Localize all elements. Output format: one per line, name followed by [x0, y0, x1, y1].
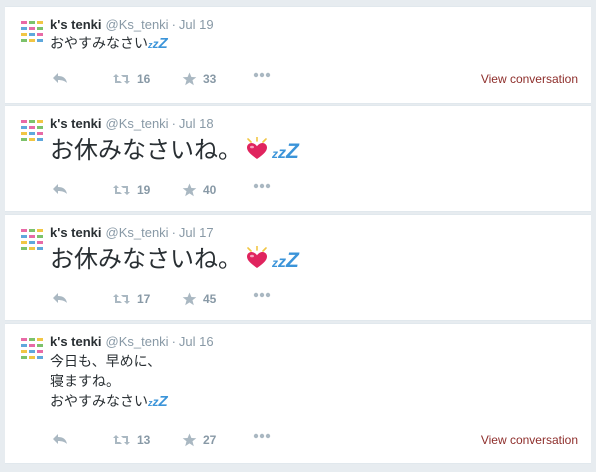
- tweet-header: k's tenki @Ks_tenki · Jul 17: [50, 225, 214, 240]
- avatar[interactable]: [20, 336, 44, 360]
- tweet-line: おやすみなさい: [50, 35, 148, 51]
- star-icon: [182, 433, 197, 447]
- reply-icon: [53, 293, 67, 303]
- timeline: k's tenki @Ks_tenki · Jul 19 おやすみなさいzzZ 16 …: [0, 0, 596, 472]
- tweet[interactable]: k's tenki @Ks_tenki · Jul 17 お休みなさいね。 zzZ 17…: [5, 214, 591, 321]
- favorite-count: 27: [203, 433, 217, 447]
- favorite-button[interactable]: 45: [182, 292, 216, 306]
- reply-icon: [53, 434, 67, 444]
- favorite-count: 45: [203, 292, 217, 306]
- reply-icon: [53, 184, 67, 194]
- fullname[interactable]: k's tenki: [50, 225, 102, 240]
- tweet[interactable]: k's tenki @Ks_tenki · Jul 19 おやすみなさいzzZ 16 …: [5, 6, 591, 104]
- avatar[interactable]: [20, 19, 44, 43]
- username[interactable]: @Ks_tenki: [106, 116, 169, 131]
- more-icon: [253, 433, 271, 439]
- separator: ·: [171, 225, 176, 240]
- username[interactable]: @Ks_tenki: [106, 225, 169, 240]
- tweet-line: 今日も、早めに、: [50, 353, 162, 369]
- more-icon: [253, 292, 271, 298]
- fullname[interactable]: k's tenki: [50, 17, 102, 32]
- retweet-count: 16: [137, 72, 151, 86]
- timestamp[interactable]: Jul 16: [179, 334, 214, 349]
- more-icon: [253, 72, 271, 78]
- retweet-icon: [113, 74, 130, 84]
- heart-emoji-icon: [244, 136, 270, 161]
- retweet-count: 17: [137, 292, 151, 306]
- zzz-emoji-icon: zzZ: [148, 35, 168, 52]
- retweet-button[interactable]: 16: [112, 72, 150, 86]
- avatar[interactable]: [20, 227, 44, 251]
- retweet-button[interactable]: 17: [112, 292, 150, 306]
- reply-button[interactable]: [52, 292, 68, 304]
- timestamp[interactable]: Jul 19: [179, 17, 214, 32]
- star-icon: [182, 72, 197, 86]
- separator: ·: [171, 116, 176, 131]
- tweet-text: 今日も、早めに、 寝ますね。 おやすみなさいzzZ: [50, 351, 168, 413]
- retweet-button[interactable]: 19: [112, 183, 150, 197]
- retweet-button[interactable]: 13: [112, 433, 150, 447]
- tweet-text: お休みなさいね。 zzZ: [50, 245, 299, 275]
- reply-button[interactable]: [52, 183, 68, 195]
- favorite-button[interactable]: 40: [182, 183, 216, 197]
- timestamp[interactable]: Jul 18: [179, 116, 214, 131]
- tweet[interactable]: k's tenki @Ks_tenki · Jul 16 今日も、早めに、 寝ますね。…: [5, 323, 591, 464]
- tweet-text: おやすみなさいzzZ: [50, 34, 168, 54]
- retweet-icon: [113, 185, 130, 195]
- star-icon: [182, 183, 197, 197]
- more-button[interactable]: [253, 72, 271, 78]
- retweet-count: 19: [137, 183, 151, 197]
- username[interactable]: @Ks_tenki: [106, 334, 169, 349]
- fullname[interactable]: k's tenki: [50, 334, 102, 349]
- more-button[interactable]: [253, 292, 271, 298]
- more-button[interactable]: [253, 433, 271, 439]
- reply-button[interactable]: [52, 433, 68, 445]
- tweet-text: お休みなさいね。 zzZ: [50, 136, 299, 166]
- username[interactable]: @Ks_tenki: [106, 17, 169, 32]
- view-conversation-link[interactable]: View conversation: [481, 433, 578, 447]
- favorite-count: 40: [203, 183, 217, 197]
- avatar[interactable]: [20, 118, 44, 142]
- view-conversation-link[interactable]: View conversation: [481, 72, 578, 86]
- favorite-button[interactable]: 33: [182, 72, 216, 86]
- tweet-header: k's tenki @Ks_tenki · Jul 19: [50, 17, 214, 32]
- zzz-emoji-icon: zzZ: [272, 249, 299, 272]
- heart-emoji-icon: [244, 245, 270, 270]
- fullname[interactable]: k's tenki: [50, 116, 102, 131]
- separator: ·: [171, 17, 176, 32]
- separator: ·: [171, 334, 176, 349]
- tweet-line: おやすみなさい: [50, 393, 148, 409]
- reply-button[interactable]: [52, 72, 68, 84]
- timestamp[interactable]: Jul 17: [179, 225, 214, 240]
- more-button[interactable]: [253, 183, 271, 189]
- more-icon: [253, 183, 271, 189]
- tweet-line: お休みなさいね。: [50, 137, 242, 164]
- reply-icon: [53, 73, 67, 83]
- favorite-button[interactable]: 27: [182, 433, 216, 447]
- zzz-emoji-icon: zzZ: [272, 140, 299, 163]
- favorite-count: 33: [203, 72, 217, 86]
- star-icon: [182, 292, 197, 306]
- tweet-line: 寝ますね。: [50, 373, 120, 389]
- retweet-count: 13: [137, 433, 151, 447]
- tweet-header: k's tenki @Ks_tenki · Jul 18: [50, 116, 214, 131]
- retweet-icon: [113, 435, 130, 445]
- tweet[interactable]: k's tenki @Ks_tenki · Jul 18 お休みなさいね。 zzZ 19…: [5, 105, 591, 212]
- retweet-icon: [113, 294, 130, 304]
- tweet-header: k's tenki @Ks_tenki · Jul 16: [50, 334, 214, 349]
- tweet-line: お休みなさいね。: [50, 246, 242, 273]
- zzz-emoji-icon: zzZ: [148, 393, 168, 410]
